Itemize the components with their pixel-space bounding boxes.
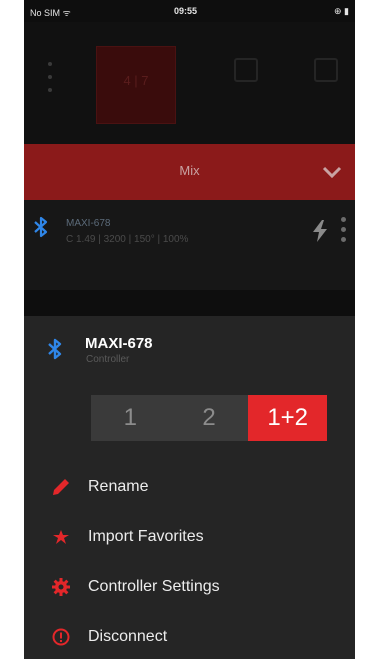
menu-item-disconnect[interactable]: Disconnect [24, 617, 355, 657]
gear-icon [52, 578, 70, 596]
phone-screen: No SIM ᯤ 09:55 ⊕ ▮ 4 | 7 Mix MAXI-678 C … [24, 0, 355, 659]
segment-2[interactable]: 2 [170, 395, 249, 441]
menu-item-label: Rename [88, 478, 149, 495]
menu-item-import-favorites[interactable]: Import Favorites [24, 517, 355, 557]
bluetooth-icon [34, 216, 48, 238]
device-row[interactable]: MAXI-678 C 1.49 | 3200 | 150° | 100% [24, 200, 355, 290]
device-info: C 1.49 | 3200 | 150° | 100% [66, 234, 189, 245]
sheet-title: MAXI-678 [85, 335, 153, 352]
more-options-icon[interactable] [341, 217, 347, 247]
chevron-down-icon [322, 166, 342, 179]
mode-tile-label: 4 | 7 [123, 73, 149, 88]
sheet-subtitle: Controller [86, 354, 130, 365]
menu-item-controller-settings[interactable]: Controller Settings [24, 567, 355, 607]
mode-tile-active[interactable]: 4 | 7 [96, 46, 176, 124]
status-bar: No SIM ᯤ 09:55 ⊕ ▮ [24, 0, 355, 22]
mix-label: Mix [179, 163, 200, 178]
mix-dropdown[interactable]: Mix [24, 144, 355, 200]
segment-1[interactable]: 1 [91, 395, 170, 441]
bluetooth-icon [48, 338, 62, 360]
menu-item-rename[interactable]: Rename [24, 467, 355, 507]
star-icon [53, 530, 69, 544]
carrier-label: No SIM ᯤ [30, 8, 71, 18]
menu-item-label: Controller Settings [88, 578, 220, 595]
controller-action-sheet: MAXI-678 Controller 1 2 1+2 Rename Impor… [24, 316, 355, 659]
menu-dots-icon[interactable] [48, 62, 52, 101]
mode-tile[interactable] [234, 58, 258, 82]
menu-item-label: Disconnect [88, 628, 168, 645]
clock: 09:55 [174, 6, 198, 16]
mode-tile[interactable] [314, 58, 338, 82]
app-top-area: 4 | 7 [24, 22, 355, 144]
flash-icon[interactable] [312, 220, 328, 242]
pencil-icon [53, 479, 69, 495]
channel-segmented-control: 1 2 1+2 [91, 395, 328, 441]
segment-1-plus-2[interactable]: 1+2 [248, 395, 328, 441]
device-name: MAXI-678 [66, 218, 111, 229]
menu-item-label: Import Favorites [88, 528, 204, 545]
battery-indicator: ⊕ ▮ [334, 6, 349, 16]
power-icon [52, 628, 70, 646]
